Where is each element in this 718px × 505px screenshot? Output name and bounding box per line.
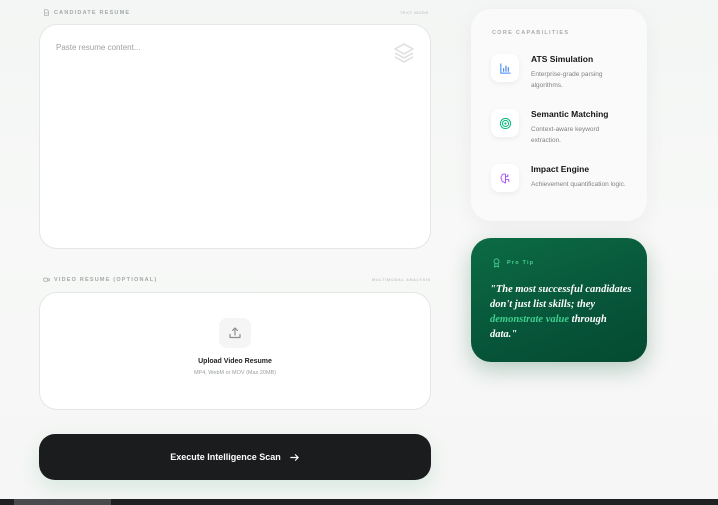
upload-format-hint: MP4, WebM or MOV (Max 20MB) bbox=[193, 370, 277, 376]
upload-button[interactable] bbox=[219, 318, 251, 348]
resume-card bbox=[39, 24, 431, 249]
video-section-label: Video Resume (Optional) bbox=[43, 276, 157, 283]
capabilities-card: Core Capabilities ATS Simulation Enterpr… bbox=[471, 9, 647, 221]
scrollbar-thumb[interactable] bbox=[14, 499, 111, 505]
capability-description: Achievement quantification logic. bbox=[531, 181, 626, 188]
capability-icon-box bbox=[491, 164, 519, 192]
resume-label-text: Candidate Resume bbox=[54, 9, 131, 16]
video-camera-icon bbox=[43, 277, 50, 282]
video-label-text: Video Resume (Optional) bbox=[54, 276, 158, 283]
capability-description: Enterprise-grade parsing algorithms. bbox=[531, 71, 603, 89]
pro-tip-quote-start: "The most successful candidates don't ju… bbox=[490, 284, 632, 310]
bar-chart-icon bbox=[499, 62, 511, 74]
video-upload-dropzone[interactable]: Upload Video Resume MP4, WebM or MOV (Ma… bbox=[39, 292, 431, 410]
resume-textarea[interactable] bbox=[40, 25, 430, 248]
capability-icon-box bbox=[491, 109, 519, 137]
resume-mode-tag: Text Mode bbox=[400, 10, 429, 15]
execute-scan-button[interactable]: Execute Intelligence Scan bbox=[39, 434, 431, 480]
capabilities-heading: Core Capabilities bbox=[492, 30, 570, 36]
upload-title: Upload Video Resume bbox=[198, 358, 272, 365]
resume-section-label: Candidate Resume bbox=[43, 9, 130, 16]
pro-tip-quote-highlight: demonstrate value bbox=[490, 314, 570, 325]
pro-tip-quote: "The most successful candidates don't ju… bbox=[490, 282, 632, 342]
arrow-right-icon bbox=[290, 453, 299, 461]
horizontal-scrollbar[interactable] bbox=[0, 499, 718, 505]
execute-scan-label: Execute Intelligence Scan bbox=[170, 452, 281, 462]
brain-icon bbox=[499, 172, 509, 183]
capability-title: ATS Simulation bbox=[531, 54, 594, 64]
award-icon bbox=[493, 258, 500, 268]
capability-title: Impact Engine bbox=[531, 164, 590, 174]
pro-tip-card: Pro Tip "The most successful candidates … bbox=[471, 238, 647, 362]
capability-description: Context-aware keyword extraction. bbox=[531, 126, 600, 144]
document-icon bbox=[44, 9, 49, 16]
capability-icon-box bbox=[491, 54, 519, 82]
layers-icon bbox=[394, 43, 414, 63]
target-icon bbox=[499, 117, 511, 129]
pro-tip-label-text: Pro Tip bbox=[507, 260, 535, 266]
capability-title: Semantic Matching bbox=[531, 109, 609, 119]
video-analysis-tag: Multimodal Analysis bbox=[372, 277, 431, 282]
pro-tip-label: Pro Tip bbox=[492, 258, 534, 268]
upload-icon bbox=[229, 327, 241, 339]
